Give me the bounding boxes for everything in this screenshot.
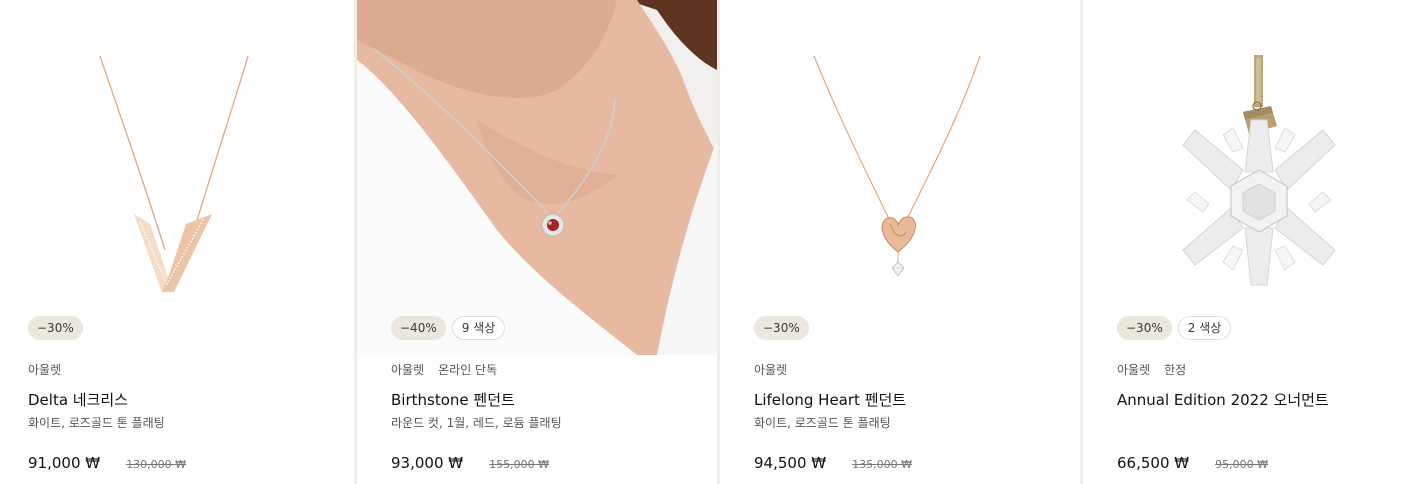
badge-row: −30% (28, 316, 83, 340)
sale-price: 91,000 ₩ (28, 454, 101, 472)
product-card[interactable]: −30% 2 색상 아울렛 한정 Annual Edition 2022 오너먼… (1083, 0, 1410, 484)
badge-row: −30% (754, 316, 809, 340)
tag-outlet: 아울렛 (754, 363, 788, 377)
tag-limited: 한정 (1164, 363, 1187, 377)
product-title[interactable]: Birthstone 펜던트 (391, 389, 515, 410)
original-price: 135,000 ₩ (852, 458, 912, 471)
discount-badge: −30% (28, 316, 83, 340)
product-subtitle: 라운드 컷, 1월, 레드, 로듐 플래팅 (391, 416, 562, 430)
tag-row: 아울렛 온라인 단독 (391, 361, 497, 378)
product-image[interactable] (357, 0, 717, 355)
tag-outlet: 아울렛 (28, 363, 62, 377)
product-title[interactable]: Annual Edition 2022 오너먼트 (1117, 389, 1329, 410)
original-price: 155,000 ₩ (489, 458, 549, 471)
product-image[interactable] (0, 0, 354, 355)
product-title[interactable]: Lifelong Heart 펜던트 (754, 389, 906, 410)
sale-price: 94,500 ₩ (754, 454, 827, 472)
discount-badge: −30% (1117, 316, 1172, 340)
tag-row: 아울렛 (754, 361, 787, 378)
price-row: 94,500 ₩ 135,000 ₩ (754, 454, 912, 472)
product-grid: −30% 아울렛 Delta 네크리스 화이트, 로즈골드 톤 플래팅 91,0… (0, 0, 1410, 484)
badge-row: −30% 2 색상 (1117, 316, 1232, 340)
tag-outlet: 아울렛 (391, 363, 425, 377)
product-card[interactable]: −30% 아울렛 Lifelong Heart 펜던트 화이트, 로즈골드 톤 … (720, 0, 1080, 484)
tag-outlet: 아울렛 (1117, 363, 1151, 377)
product-title[interactable]: Delta 네크리스 (28, 389, 128, 410)
tag-row: 아울렛 한정 (1117, 361, 1186, 378)
color-count-badge[interactable]: 2 색상 (1177, 316, 1232, 340)
tag-online-exclusive: 온라인 단독 (438, 363, 498, 377)
sale-price: 66,500 ₩ (1117, 454, 1190, 472)
original-price: 95,000 ₩ (1215, 458, 1268, 471)
discount-badge: −40% (391, 316, 446, 340)
discount-badge: −30% (754, 316, 809, 340)
product-card[interactable]: −30% 아울렛 Delta 네크리스 화이트, 로즈골드 톤 플래팅 91,0… (0, 0, 354, 484)
price-row: 66,500 ₩ 95,000 ₩ (1117, 454, 1268, 472)
price-row: 91,000 ₩ 130,000 ₩ (28, 454, 186, 472)
product-image[interactable] (720, 0, 1080, 355)
product-subtitle: 화이트, 로즈골드 톤 플래팅 (28, 416, 165, 430)
product-image[interactable] (1083, 0, 1410, 355)
color-count-badge[interactable]: 9 색상 (451, 316, 506, 340)
product-subtitle: 화이트, 로즈골드 톤 플래팅 (754, 416, 891, 430)
price-row: 93,000 ₩ 155,000 ₩ (391, 454, 549, 472)
product-card[interactable]: −40% 9 색상 아울렛 온라인 단독 Birthstone 펜던트 라운드 … (357, 0, 717, 484)
original-price: 130,000 ₩ (126, 458, 186, 471)
sale-price: 93,000 ₩ (391, 454, 464, 472)
tag-row: 아울렛 (28, 361, 61, 378)
badge-row: −40% 9 색상 (391, 316, 506, 340)
